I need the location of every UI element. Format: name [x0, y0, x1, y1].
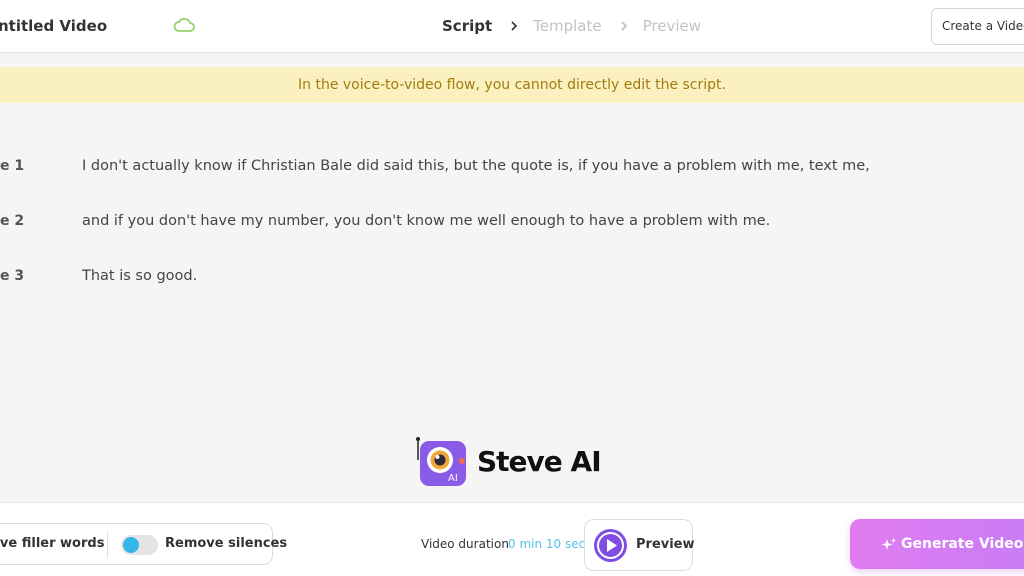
scene-label: ne 3: [0, 268, 25, 284]
scene-row: ne 3 That is so good.: [0, 264, 1024, 288]
remove-filler-words-option[interactable]: ove filler words: [0, 536, 104, 551]
step-breadcrumb: Script Template Preview: [442, 17, 701, 35]
top-bar: ntitled Video Script Template Preview Cr…: [0, 0, 1024, 53]
video-duration-label: Video duration: [421, 537, 509, 551]
create-video-button[interactable]: Create a Video: [931, 8, 1024, 45]
info-banner: In the voice-to-video flow, you cannot d…: [0, 67, 1024, 103]
chevron-right-icon: [511, 21, 518, 31]
video-title[interactable]: ntitled Video: [0, 17, 107, 35]
generate-video-button[interactable]: Generate Video: [850, 519, 1024, 569]
step-template[interactable]: Template: [533, 17, 601, 35]
preview-button-label: Preview: [636, 537, 695, 552]
scene-text: I don't actually know if Christian Bale …: [82, 158, 870, 174]
chevron-right-icon: [621, 21, 627, 31]
remove-silences-toggle[interactable]: [121, 535, 158, 555]
scene-label: ne 2: [0, 213, 25, 229]
scene-text: That is so good.: [82, 268, 198, 284]
logo-wordmark: Steve AI: [477, 445, 602, 478]
scene-row: ne 2 and if you don't have my number, yo…: [0, 209, 1024, 233]
video-duration-value: 0 min 10 sec: [508, 537, 586, 551]
bottom-toolbar: ove filler words Remove silences Video d…: [0, 502, 1024, 576]
steve-ai-logo-icon: AI: [416, 437, 466, 486]
scene-label: ne 1: [0, 158, 25, 174]
cloud-saved-icon: [173, 17, 195, 32]
scene-text: and if you don't have my number, you don…: [82, 213, 771, 229]
preview-button[interactable]: Preview: [584, 519, 695, 571]
play-icon: [594, 529, 627, 562]
audio-options-group: ove filler words Remove silences: [0, 523, 287, 565]
scene-row: ne 1 I don't actually know if Christian …: [0, 154, 1024, 178]
remove-silences-label: Remove silences: [165, 536, 288, 551]
divider: [107, 532, 108, 558]
step-preview[interactable]: Preview: [643, 17, 701, 35]
generate-video-label: Generate Video: [901, 536, 1024, 552]
toggle-knob: [123, 537, 139, 553]
sparkle-icon: [881, 538, 896, 550]
logo-badge: AI: [448, 473, 458, 484]
step-script[interactable]: Script: [442, 17, 492, 35]
steve-ai-logo: AI Steve AI: [415, 436, 602, 488]
